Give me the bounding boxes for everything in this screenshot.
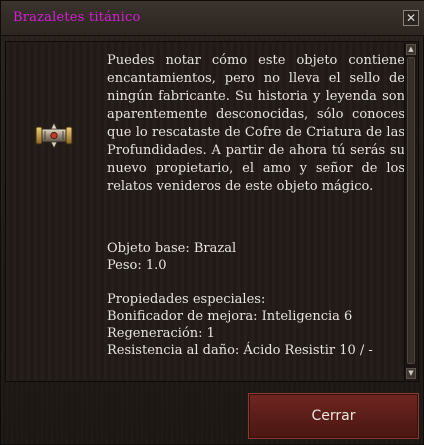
- bracers-icon: [35, 122, 73, 149]
- item-description: Puedes notar cómo este objeto contiene e…: [107, 53, 405, 194]
- item-properties: Objeto base: Brazal Peso: 1.0 Propiedade…: [107, 240, 407, 359]
- property-line: Resistencia al daño: Ácido Resistir 10 /…: [107, 343, 373, 358]
- scroll-down-arrow-icon[interactable]: ▼: [406, 368, 416, 379]
- window-title: Brazaletes titánico: [13, 10, 141, 25]
- scrollbar[interactable]: ▲ ▼: [404, 43, 417, 380]
- special-properties-header: Propiedades especiales:: [107, 292, 266, 307]
- weight-line: Peso: 1.0: [107, 258, 167, 273]
- item-examine-window: Brazaletes titánico ✕ Puedes notar cómo …: [0, 0, 424, 445]
- base-object-line: Objeto base: Brazal: [107, 241, 237, 256]
- scrollbar-thumb[interactable]: [407, 57, 415, 364]
- close-dialog-button[interactable]: Cerrar: [248, 393, 419, 439]
- property-line: Bonificador de mejora: Inteligencia 6: [107, 309, 353, 324]
- property-line: Regeneración: 1: [107, 326, 215, 341]
- content-panel: Puedes notar cómo este objeto contiene e…: [5, 41, 419, 382]
- close-button[interactable]: ✕: [403, 10, 419, 26]
- title-bar[interactable]: Brazaletes titánico ✕: [1, 1, 424, 36]
- footer: Cerrar: [5, 389, 421, 441]
- scroll-up-arrow-icon[interactable]: ▲: [406, 44, 416, 55]
